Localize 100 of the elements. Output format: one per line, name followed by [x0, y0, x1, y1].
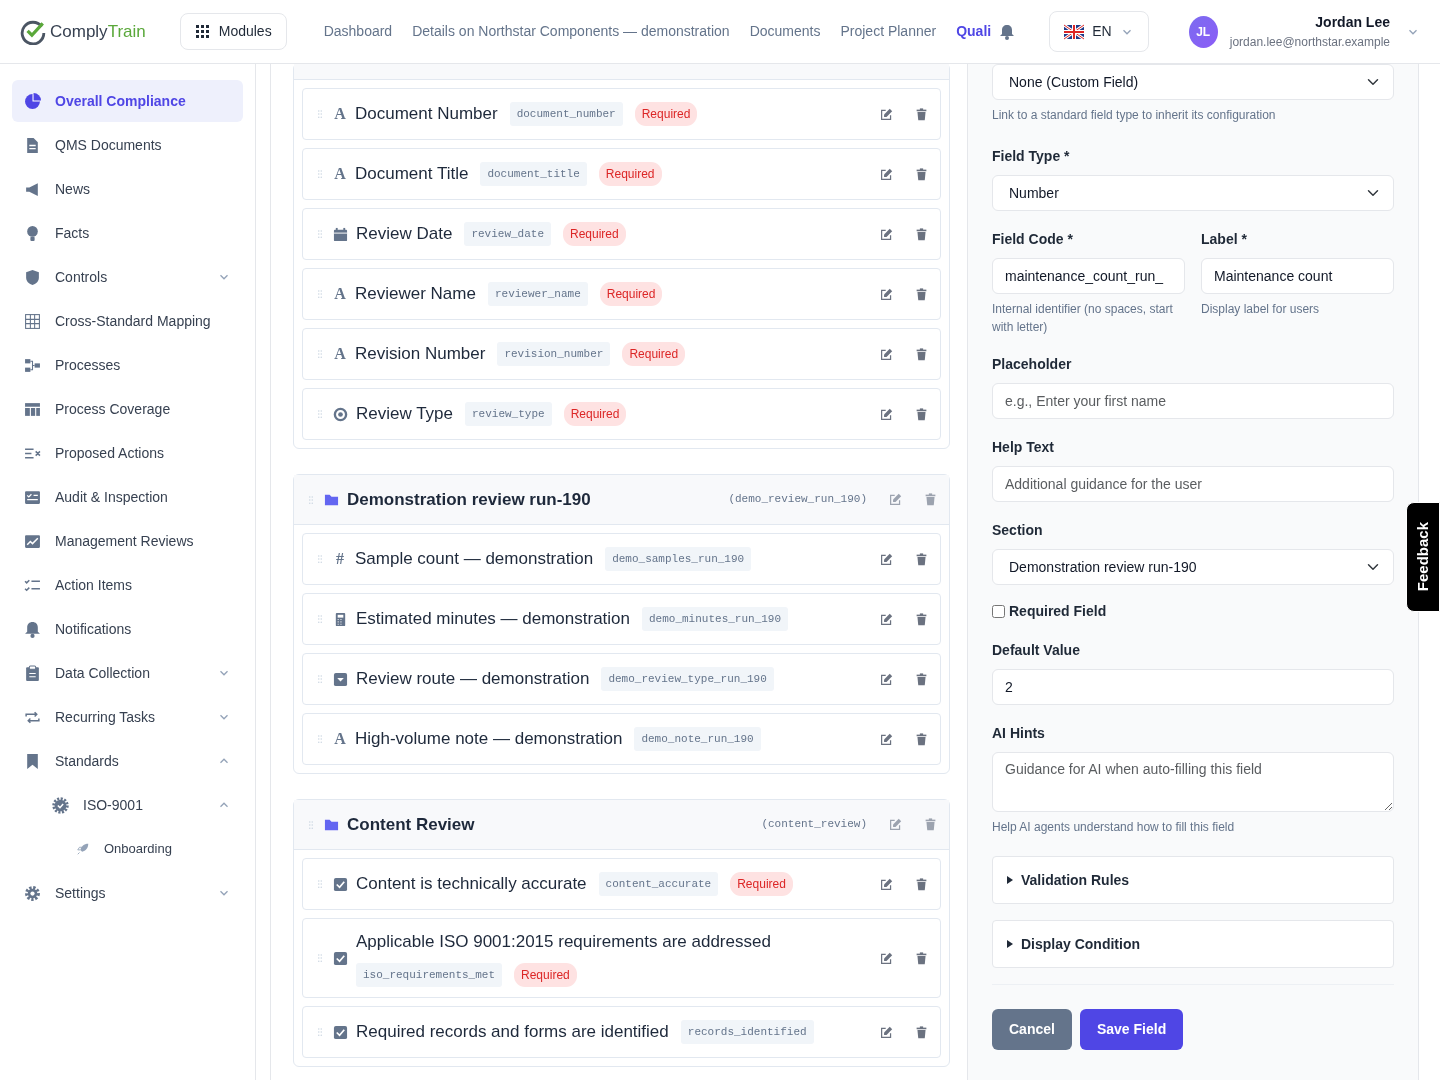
drag-handle-icon[interactable] [315, 289, 325, 299]
drag-handle-icon[interactable] [306, 494, 316, 505]
feedback-tab[interactable]: Feedback [1406, 502, 1440, 612]
language-button[interactable]: EN [1049, 11, 1149, 52]
trash-icon[interactable] [915, 732, 928, 746]
placeholder-input[interactable]: e.g., Enter your first name [992, 383, 1394, 419]
edit-icon[interactable] [880, 347, 893, 361]
sidebar-item[interactable]: Cross-Standard Mapping [12, 300, 243, 342]
sidebar-item[interactable]: QMS Documents [12, 124, 243, 166]
sidebar-item[interactable]: Data Collection [12, 652, 243, 694]
trash-icon[interactable] [915, 347, 928, 361]
field-type-select[interactable]: Number [992, 175, 1394, 211]
help-text-input[interactable]: Additional guidance for the user [992, 466, 1394, 502]
edit-icon[interactable] [880, 287, 893, 301]
trash-icon[interactable] [915, 552, 928, 566]
nav-link[interactable]: Dashboard [323, 21, 393, 42]
drag-handle-icon[interactable] [306, 819, 316, 830]
field-row[interactable]: Content is technically accurate content_accurate Required [302, 858, 941, 910]
edit-icon[interactable] [880, 552, 893, 566]
edit-icon[interactable] [880, 612, 893, 626]
ai-hints-textarea[interactable]: Guidance for AI when auto-filling this field [992, 752, 1394, 812]
sidebar-item[interactable]: Notifications [12, 608, 243, 650]
label-input[interactable]: Maintenance count [1201, 258, 1394, 294]
drag-handle-icon[interactable] [315, 734, 325, 744]
bell-icon[interactable] [999, 23, 1016, 40]
drag-handle-icon[interactable] [315, 409, 325, 419]
edit-icon[interactable] [880, 167, 893, 181]
standard-field-select[interactable]: None (Custom Field) [992, 64, 1394, 100]
sidebar-item[interactable]: Facts [12, 212, 243, 254]
field-code-input[interactable]: maintenance_count_run_ [992, 258, 1185, 294]
edit-icon[interactable] [880, 951, 893, 965]
edit-icon[interactable] [880, 672, 893, 686]
drag-handle-icon[interactable] [315, 109, 325, 119]
trash-icon[interactable] [915, 167, 928, 181]
trash-icon[interactable] [915, 672, 928, 686]
sidebar-item[interactable]: Onboarding [12, 828, 243, 870]
nav-link[interactable]: Project Planner [840, 21, 937, 42]
field-row[interactable]: Review route — demonstration demo_review_type_run_190 [302, 653, 941, 705]
document-icon [24, 136, 41, 154]
edit-icon[interactable] [880, 1025, 893, 1039]
field-row[interactable]: # Sample count — demonstration demo_samples_run_190 [302, 533, 941, 585]
cancel-button[interactable]: Cancel [992, 1009, 1072, 1050]
sidebar-item[interactable]: News [12, 168, 243, 210]
drag-handle-icon[interactable] [315, 674, 325, 684]
drag-handle-icon[interactable] [315, 614, 325, 624]
collapsible-section[interactable]: Validation Rules [992, 856, 1394, 904]
trash-icon[interactable] [915, 1025, 928, 1039]
sidebar-item[interactable]: Proposed Actions [12, 432, 243, 474]
drag-handle-icon[interactable] [315, 349, 325, 359]
avatar[interactable]: JL [1188, 15, 1218, 48]
edit-icon[interactable] [880, 732, 893, 746]
nav-link[interactable]: Details on Northstar Components — demonstration [412, 21, 730, 42]
sidebar-item[interactable]: ISO-9001 [12, 784, 243, 826]
field-row[interactable]: A Reviewer Name reviewer_name Required [302, 268, 941, 320]
field-row[interactable]: A Revision Number revision_number Required [302, 328, 941, 380]
modules-button[interactable]: Modules [179, 13, 287, 50]
collapsible-section[interactable]: Display Condition [992, 920, 1394, 968]
sidebar-item[interactable]: Management Reviews [12, 520, 243, 562]
trash-icon[interactable] [915, 407, 928, 421]
sidebar-item[interactable]: Controls [12, 256, 243, 298]
sidebar-item[interactable]: Standards [12, 740, 243, 782]
drag-handle-icon[interactable] [315, 169, 325, 179]
field-row[interactable]: A Document Title document_title Required [302, 148, 941, 200]
sidebar-item[interactable]: Audit & Inspection [12, 476, 243, 518]
edit-icon[interactable] [880, 877, 893, 891]
sidebar-item[interactable]: Recurring Tasks [12, 696, 243, 738]
trash-icon[interactable] [915, 287, 928, 301]
field-row[interactable]: Required records and forms are identified records_identified [302, 1006, 941, 1058]
field-row[interactable]: A Document Number document_number Required [302, 88, 941, 140]
nav-link[interactable]: Quali [956, 21, 992, 42]
drag-handle-icon[interactable] [315, 879, 325, 889]
field-row[interactable]: Review Type review_type Required [302, 388, 941, 440]
sidebar-item[interactable]: Overall Compliance [12, 80, 243, 122]
field-row[interactable]: Estimated minutes — demonstration demo_minutes_run_190 [302, 593, 941, 645]
sidebar-item[interactable]: Process Coverage [12, 388, 243, 430]
drag-handle-icon[interactable] [315, 229, 325, 239]
logo-text[interactable]: ComplyTrain [50, 18, 146, 45]
drag-handle-icon[interactable] [315, 1027, 325, 1037]
sidebar-item[interactable]: Action Items [12, 564, 243, 606]
field-row[interactable]: Review Date review_date Required [302, 208, 941, 260]
trash-icon[interactable] [915, 227, 928, 241]
save-button[interactable]: Save Field [1079, 1009, 1184, 1050]
default-value-input[interactable]: 2 [992, 669, 1394, 705]
required-checkbox[interactable] [992, 605, 1005, 618]
edit-icon[interactable] [880, 107, 893, 121]
edit-icon[interactable] [880, 407, 893, 421]
trash-icon[interactable] [915, 951, 928, 965]
drag-handle-icon[interactable] [315, 554, 325, 564]
trash-icon[interactable] [915, 612, 928, 626]
checkmark-circle-logo[interactable] [20, 18, 46, 45]
trash-icon[interactable] [915, 877, 928, 891]
nav-link[interactable]: Documents [749, 21, 821, 42]
section-select[interactable]: Demonstration review run-190 [992, 549, 1394, 585]
sidebar-item[interactable]: Settings [12, 872, 243, 914]
sidebar-item[interactable]: Processes [12, 344, 243, 386]
field-row[interactable]: A High-volume note — demonstration demo_note_run_190 [302, 713, 941, 765]
drag-handle-icon[interactable] [315, 953, 325, 963]
trash-icon[interactable] [915, 107, 928, 121]
edit-icon[interactable] [880, 227, 893, 241]
field-row[interactable]: Applicable ISO 9001:2015 requirements are addressed iso_requirements_met Required [302, 918, 941, 998]
